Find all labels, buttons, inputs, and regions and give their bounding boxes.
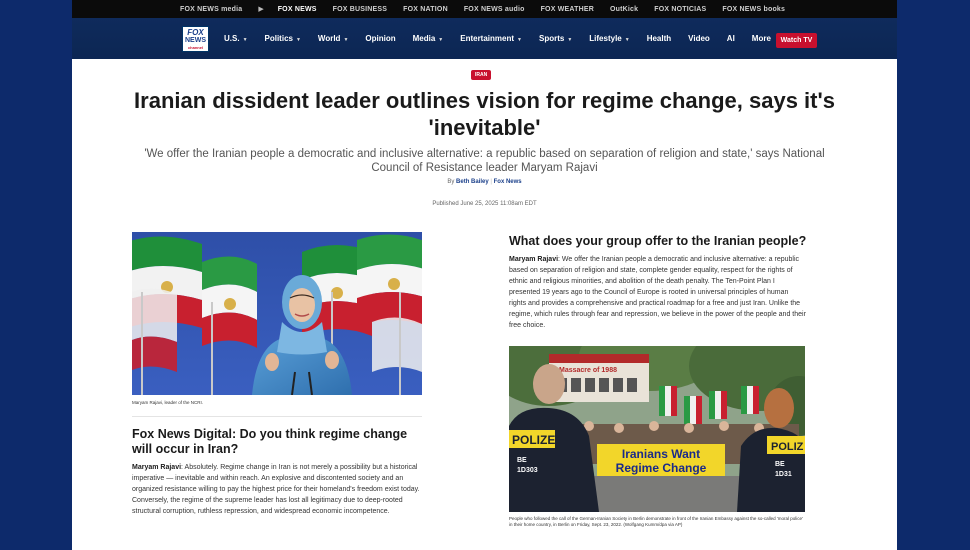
section-divider bbox=[132, 416, 422, 417]
chevron-down-icon: ▼ bbox=[624, 37, 630, 43]
article-headline: Iranian dissident leader outlines vision… bbox=[134, 88, 835, 140]
answer1-speaker: Maryam Rajavi bbox=[132, 464, 182, 471]
logo-line-3: channel bbox=[187, 44, 204, 50]
nav-item-politics[interactable]: Politics ▼ bbox=[265, 34, 301, 43]
network-link-foxnoticias[interactable]: FOX NOTICIAS bbox=[654, 6, 706, 13]
police-left-label: POLIZEI bbox=[512, 433, 559, 447]
nav-item-world[interactable]: World ▼ bbox=[318, 34, 348, 43]
byline: By Beth Bailey | Fox News bbox=[132, 179, 837, 185]
photo1-caption: Maryam Rajavi, leader of the NCRI. bbox=[132, 400, 204, 405]
byline-separator: | bbox=[490, 179, 492, 185]
network-link-foxnews-books[interactable]: FOX NEWS books bbox=[722, 6, 785, 13]
chevron-down-icon: ▼ bbox=[567, 37, 573, 43]
play-icon: ▶ bbox=[258, 6, 264, 13]
nav-item-us[interactable]: U.S. ▼ bbox=[224, 34, 248, 43]
nav-item-video[interactable]: Video bbox=[688, 34, 710, 43]
police-right-label: POLIZ bbox=[771, 441, 804, 453]
chevron-down-icon: ▼ bbox=[295, 37, 301, 43]
network-link-foxbusiness[interactable]: FOX BUSINESS bbox=[333, 6, 388, 13]
network-link-foxweather[interactable]: FOX WEATHER bbox=[541, 6, 594, 13]
logo-line-1: FOX bbox=[187, 27, 204, 37]
watch-tv-button[interactable]: Watch TV bbox=[776, 33, 817, 48]
nav-item-entertainment[interactable]: Entertainment ▼ bbox=[460, 34, 522, 43]
nav-item-opinion[interactable]: Opinion bbox=[365, 34, 395, 43]
nav-item-ai[interactable]: AI bbox=[727, 34, 735, 43]
chevron-down-icon: ▼ bbox=[438, 37, 444, 43]
nav-item-lifestyle[interactable]: Lifestyle ▼ bbox=[589, 34, 629, 43]
fox-news-logo[interactable]: FOX NEWS channel bbox=[182, 26, 209, 52]
sign-text-2: Regime Change bbox=[616, 461, 707, 475]
question2-heading: What does your group offer to the Irania… bbox=[509, 234, 807, 248]
nav-item-sports[interactable]: Sports ▼ bbox=[539, 34, 572, 43]
network-link-foxnation[interactable]: FOX NATION bbox=[403, 6, 448, 13]
banner-text: Massacre of 1988 bbox=[559, 367, 617, 374]
network-link-foxnews[interactable]: FOX NEWS bbox=[278, 6, 317, 13]
answer2-paragraph: Maryam Rajavi: We offer the Iranian peop… bbox=[509, 254, 807, 331]
nav-items: U.S. ▼ Politics ▼ World ▼ Opinion Media ▼ En… bbox=[224, 18, 798, 59]
chevron-down-icon: ▼ bbox=[242, 37, 248, 43]
network-link-outkick[interactable]: OutKick bbox=[610, 6, 638, 13]
main-nav: FOX NEWS channel U.S. ▼ Politics ▼ World ▼ … bbox=[72, 18, 897, 59]
svg-text:1D31: 1D31 bbox=[775, 471, 792, 478]
answer1-paragraph: Maryam Rajavi: Absolutely. Regime change… bbox=[132, 462, 422, 517]
rajavi-photo[interactable] bbox=[132, 232, 422, 395]
answer2-speaker: Maryam Rajavi bbox=[509, 256, 559, 263]
sign-text: Iranians Want bbox=[622, 447, 700, 461]
category-badge[interactable]: IRAN bbox=[471, 70, 492, 80]
protest-photo[interactable]: Massacre of 1988 Iranians Want Regime Ch… bbox=[509, 346, 805, 512]
nav-item-health[interactable]: Health bbox=[647, 34, 671, 43]
answer1-text: : Absolutely. Regime change in Iran is n… bbox=[132, 464, 420, 515]
network-bar: FOX NEWS media ▶ FOX NEWS FOX BUSINESS F… bbox=[72, 0, 897, 18]
published-date: Published June 25, 2025 11:08am EDT bbox=[432, 201, 537, 207]
photo2-caption: People who followed the call of the Germ… bbox=[509, 516, 803, 527]
chevron-down-icon: ▼ bbox=[517, 37, 522, 43]
nav-item-media[interactable]: Media ▼ bbox=[413, 34, 444, 43]
network-link-foxnews-audio[interactable]: FOX NEWS audio bbox=[464, 6, 525, 13]
answer2-text: : We offer the Iranian people a democrat… bbox=[509, 256, 806, 329]
svg-text:1D303: 1D303 bbox=[517, 467, 538, 474]
svg-text:BE: BE bbox=[517, 457, 527, 464]
byline-prefix: By bbox=[447, 179, 455, 185]
browser-page: FOX NEWS media ▶ FOX NEWS FOX BUSINESS F… bbox=[72, 0, 897, 550]
author-link[interactable]: Beth Bailey bbox=[456, 179, 489, 185]
outlet-link[interactable]: Fox News bbox=[494, 179, 522, 185]
network-link-foxnews-media[interactable]: FOX NEWS media bbox=[180, 6, 242, 13]
question1-heading: Fox News Digital: Do you think regime ch… bbox=[132, 427, 408, 456]
article-dek: 'We offer the Iranian people a democrati… bbox=[144, 148, 825, 174]
svg-text:BE: BE bbox=[775, 461, 785, 468]
chevron-down-icon: ▼ bbox=[343, 37, 349, 43]
logo-line-2: NEWS bbox=[185, 36, 206, 44]
